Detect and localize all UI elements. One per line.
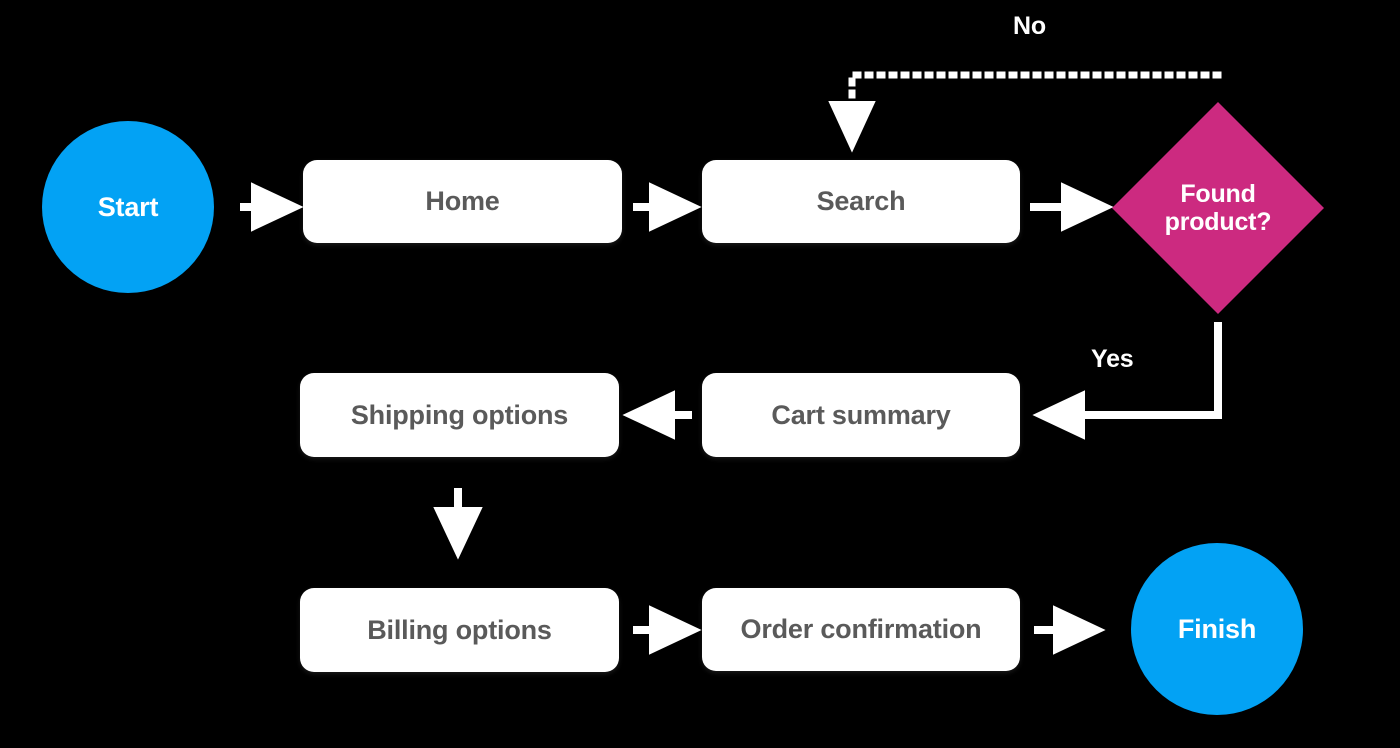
node-cart-summary-label: Cart summary (771, 399, 951, 430)
node-found-product-label-line1: Found (1180, 180, 1256, 208)
node-start[interactable]: Start (42, 121, 214, 293)
node-home[interactable]: Home (303, 160, 622, 243)
flowchart-diagram: Search (dotted feedback loop) --> Cart s… (0, 0, 1400, 748)
node-search[interactable]: Search (702, 160, 1020, 243)
node-finish[interactable]: Finish (1131, 543, 1303, 715)
node-start-label: Start (97, 191, 159, 222)
node-order-confirmation[interactable]: Order confirmation (702, 588, 1020, 671)
node-billing-options-label: Billing options (367, 614, 552, 645)
edge-found-product-to-cart-summary-yes (1032, 322, 1222, 440)
node-cart-summary[interactable]: Cart summary (702, 373, 1020, 457)
node-home-label: Home (425, 186, 500, 216)
node-shipping-options-label: Shipping options (350, 399, 569, 430)
node-found-product-label: Found product? (1157, 180, 1280, 236)
node-shipping-options[interactable]: Shipping options (300, 373, 619, 457)
edge-label-yes: Yes (1091, 345, 1134, 373)
node-search-label: Search (816, 186, 906, 216)
node-billing-options[interactable]: Billing options (300, 588, 619, 672)
node-finish-label: Finish (1177, 613, 1257, 644)
node-order-confirmation-label: Order confirmation (740, 614, 982, 644)
edge-label-no: No (1013, 12, 1046, 40)
node-found-product[interactable]: Found product? (1110, 100, 1326, 316)
node-found-product-label-line2: product? (1164, 208, 1272, 236)
